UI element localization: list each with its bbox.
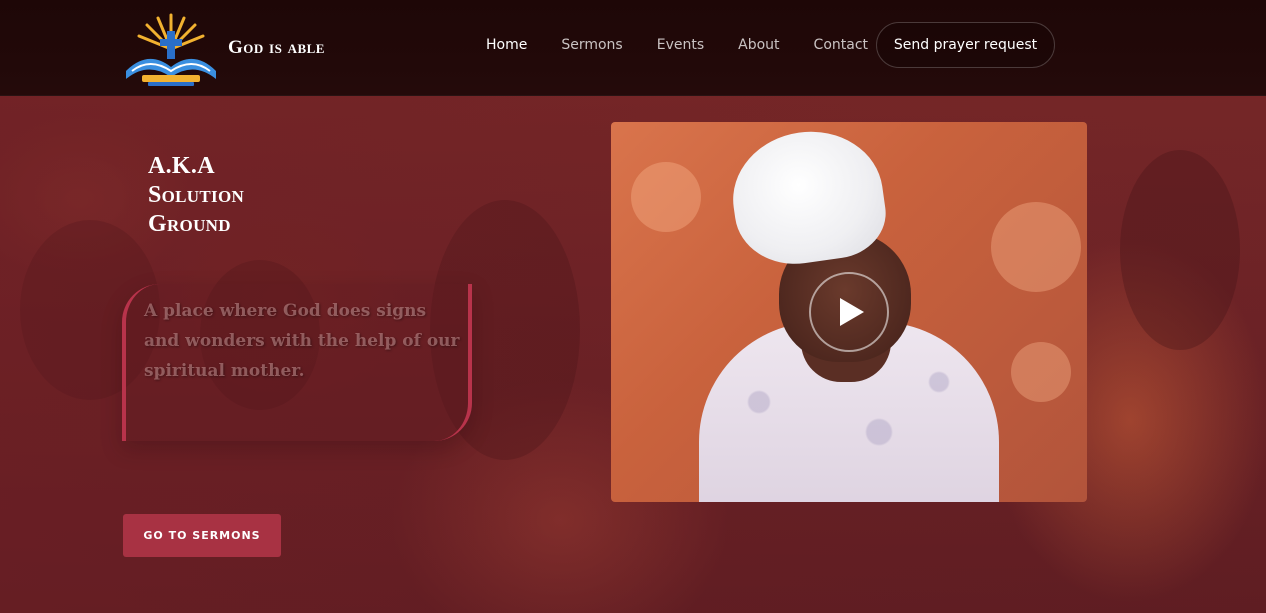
bokeh-light — [991, 202, 1081, 292]
nav-contact[interactable]: Contact — [814, 37, 868, 53]
hero-heading: A.K.A Solution Ground — [148, 152, 244, 239]
top-navbar: God is able Home Sermons Events About Co… — [0, 0, 1266, 96]
video-card[interactable] — [611, 122, 1087, 502]
hero-heading-line: A.K.A — [148, 153, 215, 179]
bokeh-light — [631, 162, 701, 232]
play-button[interactable] — [809, 272, 889, 352]
church-ministry-logo-icon — [122, 9, 220, 87]
play-icon — [839, 298, 864, 326]
hero-quote: A place where God does signs and wonders… — [144, 301, 460, 381]
nav-home[interactable]: Home — [486, 37, 527, 53]
go-to-sermons-button[interactable]: GO TO SERMONS — [123, 514, 281, 557]
brand-name: God is able — [228, 37, 325, 58]
send-prayer-request-button[interactable]: Send prayer request — [876, 22, 1055, 68]
brand[interactable]: God is able — [122, 8, 325, 88]
nav-sermons[interactable]: Sermons — [561, 37, 622, 53]
bokeh-light — [1011, 342, 1071, 402]
main-nav: Home Sermons Events About Contact — [486, 22, 902, 68]
hero-heading-line: Solution — [148, 182, 245, 208]
nav-about[interactable]: About — [738, 37, 779, 53]
hero-heading-line: Ground — [148, 211, 231, 237]
nav-events[interactable]: Events — [657, 37, 704, 53]
